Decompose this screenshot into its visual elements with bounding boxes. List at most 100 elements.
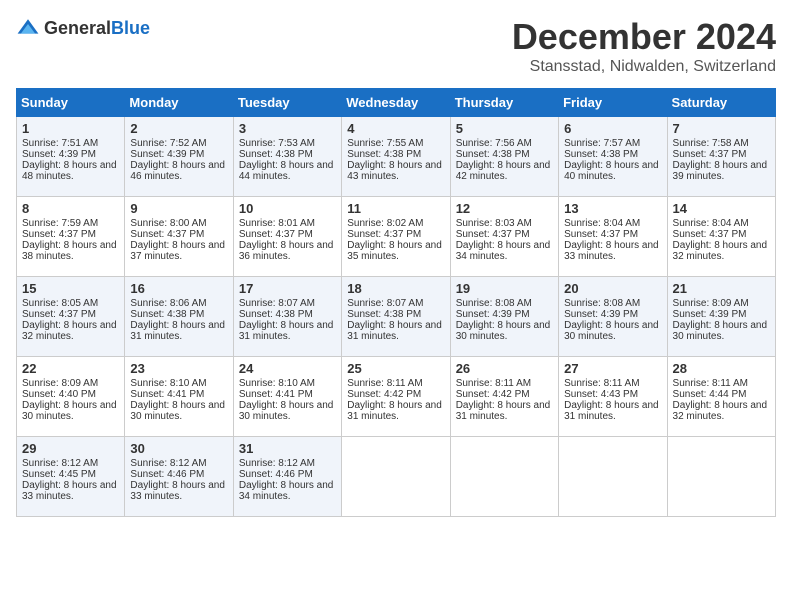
sunrise-text: Sunrise: 7:53 AM: [239, 138, 315, 149]
sunset-text: Sunset: 4:38 PM: [239, 149, 313, 160]
sunrise-text: Sunrise: 8:04 AM: [564, 218, 640, 229]
sunrise-text: Sunrise: 8:10 AM: [239, 378, 315, 389]
sunset-text: Sunset: 4:38 PM: [347, 149, 421, 160]
sunset-text: Sunset: 4:37 PM: [22, 309, 96, 320]
calendar-week-row: 29Sunrise: 8:12 AMSunset: 4:45 PMDayligh…: [17, 437, 776, 517]
sunrise-text: Sunrise: 8:02 AM: [347, 218, 423, 229]
column-header-friday: Friday: [559, 89, 667, 117]
calendar-cell: 6Sunrise: 7:57 AMSunset: 4:38 PMDaylight…: [559, 117, 667, 197]
calendar-week-row: 22Sunrise: 8:09 AMSunset: 4:40 PMDayligh…: [17, 357, 776, 437]
sunset-text: Sunset: 4:39 PM: [130, 149, 204, 160]
sunset-text: Sunset: 4:41 PM: [239, 389, 313, 400]
sunrise-text: Sunrise: 8:11 AM: [456, 378, 531, 389]
day-number: 1: [22, 121, 119, 136]
day-number: 30: [130, 441, 227, 456]
daylight-text: Daylight: 8 hours and 30 minutes.: [130, 400, 225, 422]
sunset-text: Sunset: 4:42 PM: [456, 389, 530, 400]
sunset-text: Sunset: 4:39 PM: [22, 149, 96, 160]
day-number: 31: [239, 441, 336, 456]
calendar-week-row: 8Sunrise: 7:59 AMSunset: 4:37 PMDaylight…: [17, 197, 776, 277]
sunset-text: Sunset: 4:38 PM: [239, 309, 313, 320]
day-number: 26: [456, 361, 553, 376]
calendar-cell: 16Sunrise: 8:06 AMSunset: 4:38 PMDayligh…: [125, 277, 233, 357]
daylight-text: Daylight: 8 hours and 30 minutes.: [673, 320, 768, 342]
calendar-cell: [559, 437, 667, 517]
sunrise-text: Sunrise: 8:11 AM: [564, 378, 639, 389]
calendar-cell: 11Sunrise: 8:02 AMSunset: 4:37 PMDayligh…: [342, 197, 450, 277]
daylight-text: Daylight: 8 hours and 34 minutes.: [239, 480, 334, 502]
calendar-week-row: 1Sunrise: 7:51 AMSunset: 4:39 PMDaylight…: [17, 117, 776, 197]
day-number: 28: [673, 361, 770, 376]
day-number: 13: [564, 201, 661, 216]
daylight-text: Daylight: 8 hours and 37 minutes.: [130, 240, 225, 262]
sunrise-text: Sunrise: 8:06 AM: [130, 298, 206, 309]
daylight-text: Daylight: 8 hours and 32 minutes.: [22, 320, 117, 342]
daylight-text: Daylight: 8 hours and 30 minutes.: [456, 320, 551, 342]
sunset-text: Sunset: 4:38 PM: [564, 149, 638, 160]
calendar-cell: 12Sunrise: 8:03 AMSunset: 4:37 PMDayligh…: [450, 197, 558, 277]
day-number: 5: [456, 121, 553, 136]
sunrise-text: Sunrise: 8:12 AM: [239, 458, 315, 469]
daylight-text: Daylight: 8 hours and 31 minutes.: [564, 400, 659, 422]
column-header-thursday: Thursday: [450, 89, 558, 117]
sunrise-text: Sunrise: 8:08 AM: [456, 298, 532, 309]
title-area: December 2024 Stansstad, Nidwalden, Swit…: [512, 16, 776, 76]
calendar-subtitle: Stansstad, Nidwalden, Switzerland: [512, 58, 776, 76]
logo: GeneralBlue: [16, 16, 150, 40]
calendar-cell: 18Sunrise: 8:07 AMSunset: 4:38 PMDayligh…: [342, 277, 450, 357]
sunrise-text: Sunrise: 7:51 AM: [22, 138, 98, 149]
sunset-text: Sunset: 4:38 PM: [456, 149, 530, 160]
sunset-text: Sunset: 4:38 PM: [347, 309, 421, 320]
calendar-cell: 28Sunrise: 8:11 AMSunset: 4:44 PMDayligh…: [667, 357, 775, 437]
day-number: 12: [456, 201, 553, 216]
sunrise-text: Sunrise: 8:03 AM: [456, 218, 532, 229]
sunrise-text: Sunrise: 7:55 AM: [347, 138, 423, 149]
header: GeneralBlue December 2024 Stansstad, Nid…: [16, 16, 776, 76]
day-number: 18: [347, 281, 444, 296]
day-number: 6: [564, 121, 661, 136]
sunrise-text: Sunrise: 7:57 AM: [564, 138, 640, 149]
daylight-text: Daylight: 8 hours and 33 minutes.: [564, 240, 659, 262]
sunrise-text: Sunrise: 8:08 AM: [564, 298, 640, 309]
sunset-text: Sunset: 4:43 PM: [564, 389, 638, 400]
day-number: 29: [22, 441, 119, 456]
sunrise-text: Sunrise: 7:58 AM: [673, 138, 749, 149]
daylight-text: Daylight: 8 hours and 31 minutes.: [456, 400, 551, 422]
sunset-text: Sunset: 4:37 PM: [239, 229, 313, 240]
sunrise-text: Sunrise: 8:09 AM: [673, 298, 749, 309]
day-number: 7: [673, 121, 770, 136]
calendar-cell: 24Sunrise: 8:10 AMSunset: 4:41 PMDayligh…: [233, 357, 341, 437]
column-header-wednesday: Wednesday: [342, 89, 450, 117]
calendar-cell: 9Sunrise: 8:00 AMSunset: 4:37 PMDaylight…: [125, 197, 233, 277]
calendar-cell: 20Sunrise: 8:08 AMSunset: 4:39 PMDayligh…: [559, 277, 667, 357]
calendar-week-row: 15Sunrise: 8:05 AMSunset: 4:37 PMDayligh…: [17, 277, 776, 357]
sunset-text: Sunset: 4:37 PM: [22, 229, 96, 240]
sunset-text: Sunset: 4:37 PM: [564, 229, 638, 240]
logo-text-blue: Blue: [111, 18, 150, 38]
sunset-text: Sunset: 4:37 PM: [347, 229, 421, 240]
daylight-text: Daylight: 8 hours and 30 minutes.: [239, 400, 334, 422]
daylight-text: Daylight: 8 hours and 48 minutes.: [22, 160, 117, 182]
calendar-cell: 22Sunrise: 8:09 AMSunset: 4:40 PMDayligh…: [17, 357, 125, 437]
sunrise-text: Sunrise: 8:05 AM: [22, 298, 98, 309]
daylight-text: Daylight: 8 hours and 31 minutes.: [130, 320, 225, 342]
daylight-text: Daylight: 8 hours and 32 minutes.: [673, 400, 768, 422]
daylight-text: Daylight: 8 hours and 30 minutes.: [22, 400, 117, 422]
sunrise-text: Sunrise: 8:10 AM: [130, 378, 206, 389]
column-header-sunday: Sunday: [17, 89, 125, 117]
calendar-cell: 31Sunrise: 8:12 AMSunset: 4:46 PMDayligh…: [233, 437, 341, 517]
sunset-text: Sunset: 4:38 PM: [130, 309, 204, 320]
calendar-cell: [667, 437, 775, 517]
daylight-text: Daylight: 8 hours and 42 minutes.: [456, 160, 551, 182]
calendar-cell: 15Sunrise: 8:05 AMSunset: 4:37 PMDayligh…: [17, 277, 125, 357]
calendar-table: SundayMondayTuesdayWednesdayThursdayFrid…: [16, 88, 776, 517]
sunrise-text: Sunrise: 8:12 AM: [130, 458, 206, 469]
day-number: 17: [239, 281, 336, 296]
daylight-text: Daylight: 8 hours and 31 minutes.: [239, 320, 334, 342]
sunrise-text: Sunrise: 7:59 AM: [22, 218, 98, 229]
day-number: 9: [130, 201, 227, 216]
calendar-header-row: SundayMondayTuesdayWednesdayThursdayFrid…: [17, 89, 776, 117]
sunset-text: Sunset: 4:40 PM: [22, 389, 96, 400]
calendar-cell: [450, 437, 558, 517]
calendar-cell: 17Sunrise: 8:07 AMSunset: 4:38 PMDayligh…: [233, 277, 341, 357]
